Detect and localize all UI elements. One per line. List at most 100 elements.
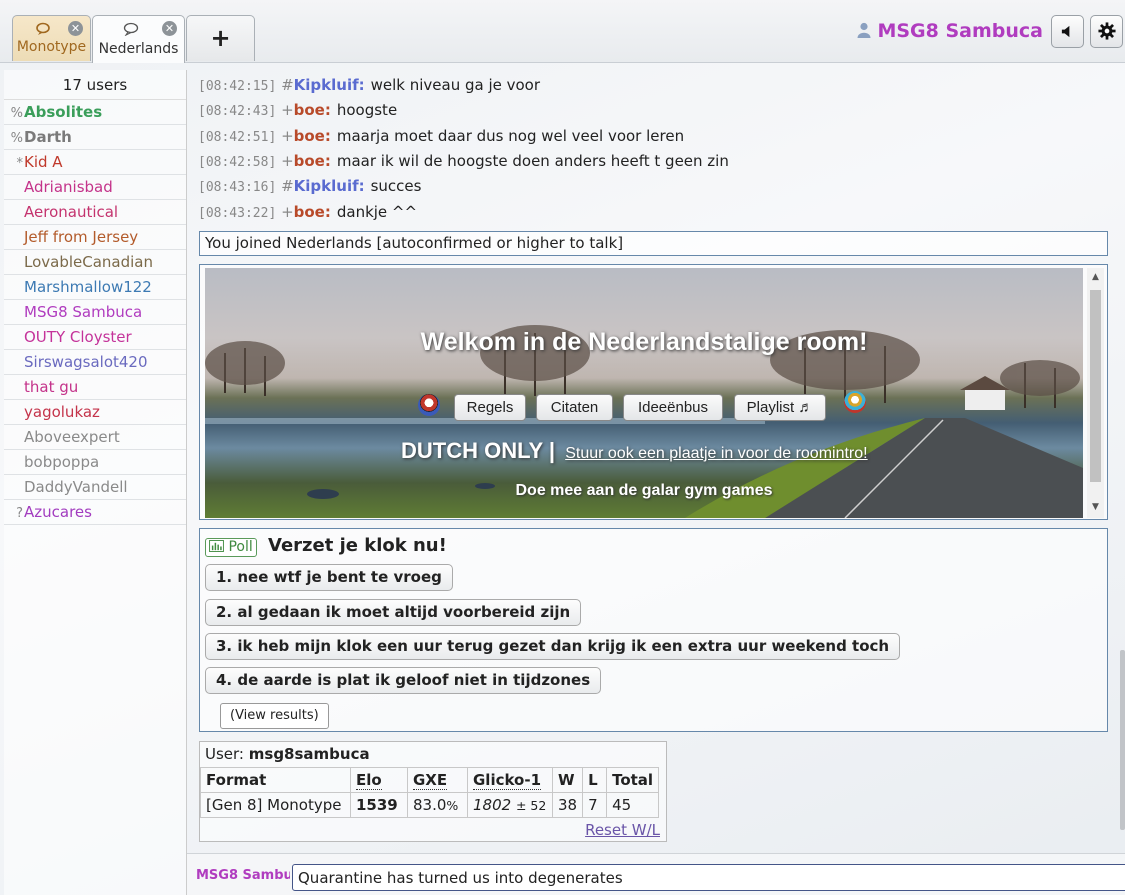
user-name: Sirswagsalot420 bbox=[24, 353, 148, 371]
poll-option[interactable]: 4. de aarde is plat ik geloof niet in ti… bbox=[205, 667, 602, 694]
message-rank: + bbox=[281, 126, 294, 145]
userlist-item[interactable]: %Darth bbox=[4, 125, 186, 150]
chat-message: [08:43:22] +boe: dankje ^^ bbox=[198, 203, 417, 221]
chat-input[interactable] bbox=[292, 864, 1125, 891]
poll-title: Verzet je klok nu! bbox=[268, 535, 447, 556]
message-rank: # bbox=[281, 76, 294, 94]
chat-bubble-icon bbox=[35, 22, 50, 35]
intro-scrollbar[interactable]: ▲ ▼ bbox=[1087, 268, 1104, 518]
close-tab-icon[interactable]: ✕ bbox=[68, 21, 83, 36]
userlist-item[interactable]: *Kid A bbox=[4, 150, 186, 175]
userlist-item[interactable]: that gu bbox=[4, 375, 186, 400]
message-text: succes bbox=[370, 177, 422, 196]
message-timestamp: [08:43:22] bbox=[198, 205, 277, 221]
userlist-item[interactable]: Sirswagsalot420 bbox=[4, 350, 186, 375]
quotes-button[interactable]: Citaten bbox=[536, 394, 613, 421]
chat-message: [08:42:43] +boe: hoogste bbox=[198, 101, 397, 119]
userlist-item[interactable]: Aboveexpert bbox=[4, 425, 186, 450]
chat-message: [08:42:51] +boe: maarja moet daar dus nog… bbox=[198, 127, 684, 145]
userlist-item[interactable]: Adrianisbad bbox=[4, 175, 186, 200]
userlist-item[interactable]: LovableCanadian bbox=[4, 250, 186, 275]
col-format: Format bbox=[200, 767, 351, 793]
userlist-item[interactable]: MSG8 Sambuca bbox=[4, 300, 186, 325]
message-timestamp: [08:42:15] bbox=[198, 79, 277, 94]
poll-option[interactable]: 1. nee wtf je bent te vroeg bbox=[205, 564, 453, 591]
scroll-up-arrow-icon[interactable]: ▲ bbox=[1087, 272, 1104, 282]
tab-nederlands[interactable]: ✕ Nederlands bbox=[92, 15, 185, 63]
user-count: 17 users bbox=[4, 70, 186, 100]
user-name: Kid A bbox=[24, 153, 63, 171]
close-tab-icon[interactable]: ✕ bbox=[162, 21, 177, 36]
message-text: welk niveau ga je voor bbox=[370, 76, 541, 94]
poll-badge: Poll bbox=[205, 538, 257, 557]
message-author[interactable]: boe: bbox=[294, 152, 331, 170]
poll: Poll Verzet je klok nu! 1. nee wtf je be… bbox=[199, 528, 1108, 732]
chat-scrollbar[interactable] bbox=[1120, 650, 1125, 830]
join-notice: You joined Nederlands [autoconfirmed or … bbox=[199, 231, 1108, 256]
message-text: maar ik wil de hoogste doen anders heeft… bbox=[336, 151, 729, 170]
glicko-cell: 1802 ± 52 bbox=[467, 792, 553, 818]
user-rank-symbol: % bbox=[10, 106, 23, 121]
userlist-item[interactable]: OUTY Cloyster bbox=[4, 325, 186, 350]
settings-button[interactable] bbox=[1090, 15, 1123, 48]
userlist-item[interactable]: yagolukaz bbox=[4, 400, 186, 425]
message-timestamp: [08:42:51] bbox=[198, 129, 277, 145]
message-rank: + bbox=[281, 101, 294, 120]
userlist-item[interactable]: Aeronautical bbox=[4, 200, 186, 225]
user-rank-symbol: ? bbox=[16, 506, 23, 521]
scroll-down-arrow-icon[interactable]: ▼ bbox=[1087, 502, 1104, 512]
scroll-thumb[interactable] bbox=[1090, 290, 1101, 482]
message-author[interactable]: boe: bbox=[294, 203, 331, 221]
poll-option[interactable]: 3. ik heb mijn klok een uur terug gezet … bbox=[205, 633, 901, 660]
table-row: [Gen 8] Monotype 1539 83.0% 1802 ± 52 38… bbox=[200, 792, 660, 818]
elo-cell: 1539 bbox=[350, 792, 408, 818]
chat-bubble-icon bbox=[123, 22, 138, 36]
header-username[interactable]: MSG8 Sambuca bbox=[857, 20, 1043, 42]
message-author[interactable]: Kipkluif: bbox=[294, 177, 365, 195]
idea-box-button[interactable]: Ideeënbus bbox=[623, 394, 723, 421]
col-elo: Elo bbox=[350, 767, 408, 793]
col-gxe: GXE bbox=[407, 767, 468, 793]
user-name: Aeronautical bbox=[24, 203, 119, 221]
userlist-item[interactable]: DaddyVandell bbox=[4, 475, 186, 500]
stats-user-line: User: msg8sambuca bbox=[205, 745, 370, 763]
add-room-button[interactable]: + bbox=[186, 15, 255, 61]
tab-monotype[interactable]: ✕ Monotype bbox=[12, 15, 91, 61]
message-rank: + bbox=[281, 202, 294, 221]
stats-username: msg8sambuca bbox=[248, 745, 370, 763]
user-name: MSG8 Sambuca bbox=[24, 303, 143, 321]
speaker-icon bbox=[1061, 25, 1070, 38]
message-author[interactable]: Kipkluif: bbox=[294, 76, 365, 94]
message-timestamp: [08:43:16] bbox=[198, 180, 277, 196]
userlist-item[interactable]: Jeff from Jersey bbox=[4, 225, 186, 250]
playlist-button[interactable]: Playlist ♬ bbox=[734, 394, 826, 421]
message-author[interactable]: boe: bbox=[294, 101, 331, 119]
chat-message: [08:42:58] +boe: maar ik wil de hoogste d… bbox=[198, 152, 729, 170]
poll-option[interactable]: 2. al gedaan ik moet altijd voorbereid z… bbox=[205, 599, 582, 626]
roomintro-link[interactable]: Stuur ook een plaatje in voor de roomint… bbox=[565, 445, 867, 462]
chat-message: [08:42:15] #Kipkluif: welk niveau ga je v… bbox=[198, 76, 540, 94]
user-name: that gu bbox=[24, 378, 79, 396]
user-name: bobpoppa bbox=[24, 453, 100, 471]
view-results-button[interactable]: (View results) bbox=[220, 703, 329, 729]
intro-title: Welkom in de Nederlandstalige room! bbox=[420, 328, 868, 356]
user-name: Marshmallow122 bbox=[24, 278, 152, 296]
rules-button[interactable]: Regels bbox=[454, 394, 526, 421]
userlist-item[interactable]: Marshmallow122 bbox=[4, 275, 186, 300]
stats-user-label: User: bbox=[205, 745, 244, 763]
userlist-item[interactable]: %Absolites bbox=[4, 100, 186, 125]
plus-icon: + bbox=[210, 24, 231, 52]
user-name: Azucares bbox=[24, 503, 92, 521]
userlist-item[interactable]: bobpoppa bbox=[4, 450, 186, 475]
sound-button[interactable] bbox=[1051, 15, 1084, 48]
dutch-only-text: DUTCH ONLY | bbox=[401, 438, 556, 463]
userlist-item[interactable]: ?Azucares bbox=[4, 500, 186, 525]
user-name: DaddyVandell bbox=[24, 478, 128, 496]
message-rank: + bbox=[281, 151, 294, 170]
user-name: Darth bbox=[24, 128, 72, 146]
message-author[interactable]: boe: bbox=[294, 127, 331, 145]
reset-wl-link[interactable]: Reset W/L bbox=[585, 821, 660, 839]
message-rank: # bbox=[281, 177, 294, 196]
chatbox-username[interactable]: MSG8 Sambuca bbox=[196, 868, 290, 883]
wins-cell: 38 bbox=[551, 792, 584, 818]
